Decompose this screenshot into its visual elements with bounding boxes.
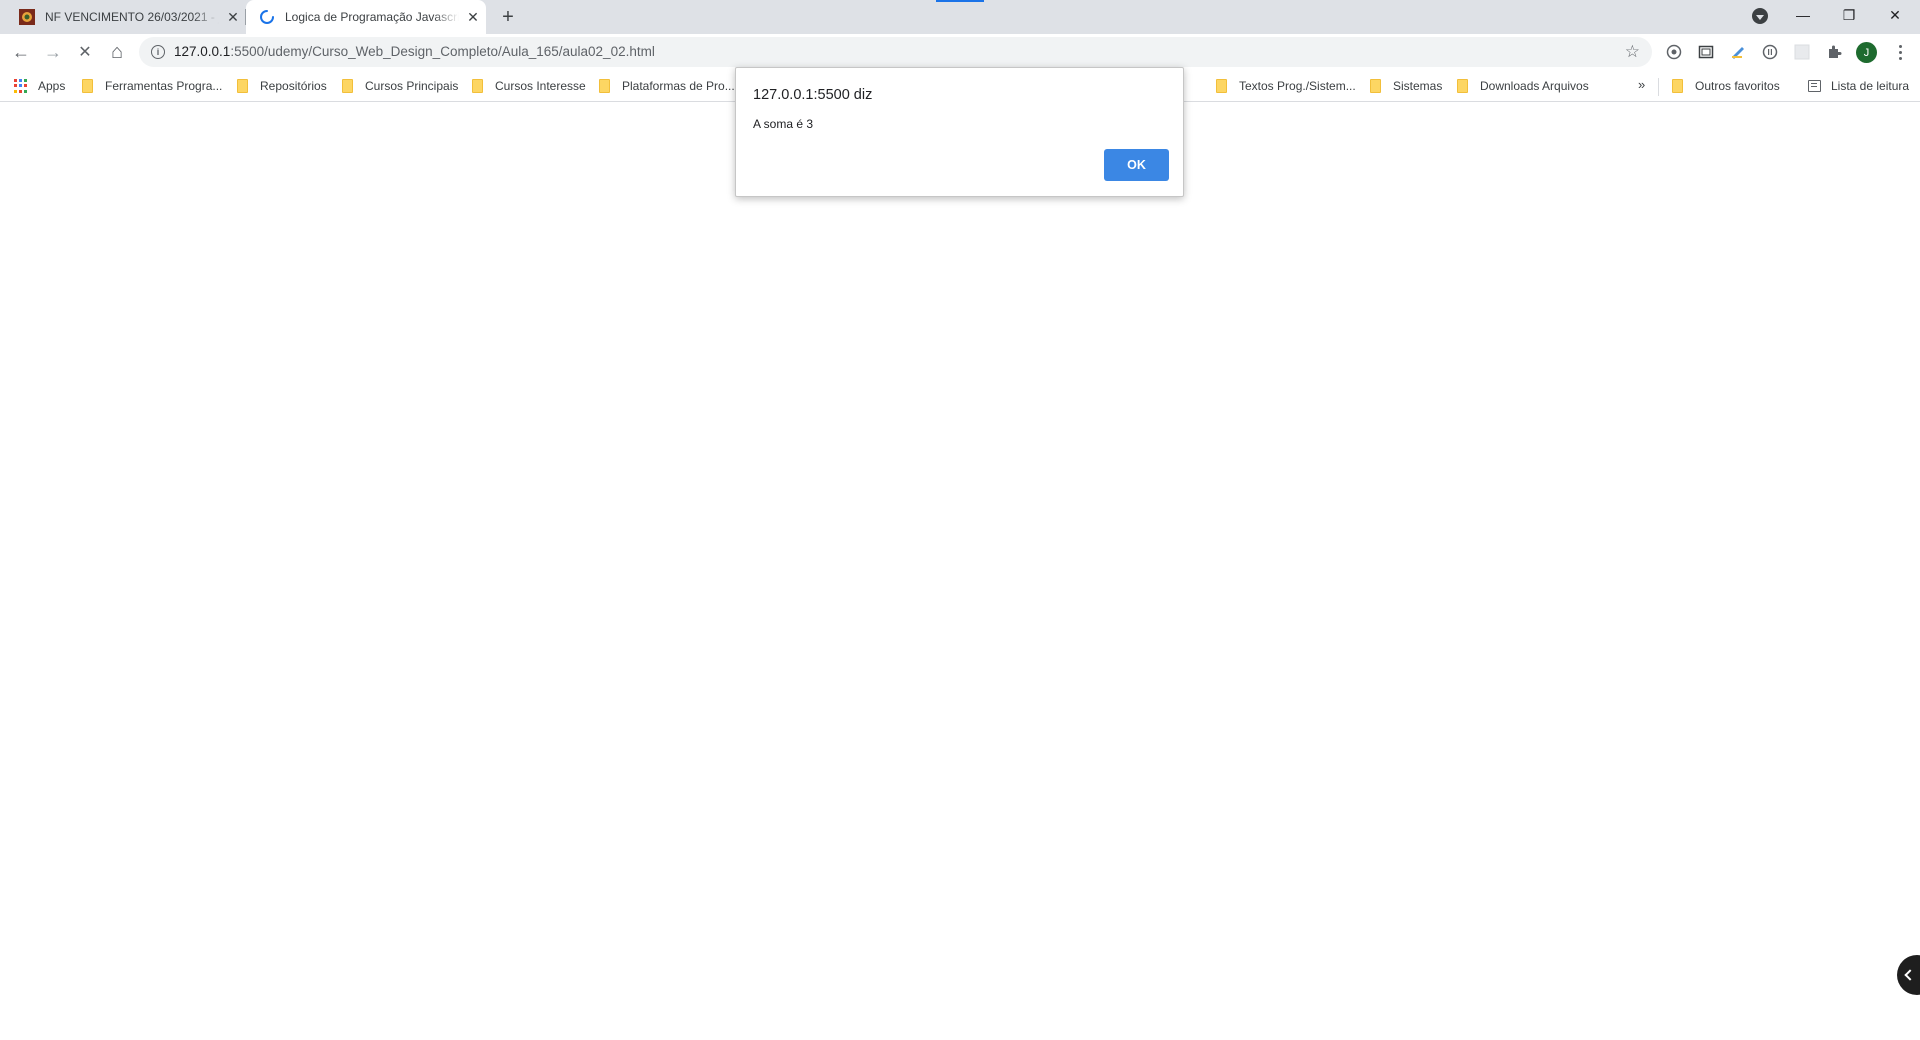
url-path: :5500/udemy/Curso_Web_Design_Completo/Au… xyxy=(230,44,655,59)
bookmark-label: Repositórios xyxy=(260,79,327,93)
stop-loading-button[interactable]: ✕ xyxy=(71,38,99,66)
bookmark-label: Lista de leitura xyxy=(1831,79,1910,93)
restore-button[interactable]: ❐ xyxy=(1826,0,1872,30)
top-accent-bar xyxy=(936,0,984,2)
close-window-button[interactable]: ✕ xyxy=(1872,0,1918,30)
close-tab-icon[interactable]: ✕ xyxy=(225,9,241,25)
bookmark-folder[interactable]: Sistemas xyxy=(1370,77,1442,95)
folder-icon xyxy=(237,79,248,93)
bookmark-folder[interactable]: Cursos Principais xyxy=(342,77,458,95)
reading-list-icon xyxy=(1808,80,1821,92)
folder-icon xyxy=(82,79,93,93)
bookmarks-overflow-chevron-icon[interactable]: » xyxy=(1638,77,1645,92)
minimize-button[interactable]: — xyxy=(1780,0,1826,30)
tab-logica-programacao[interactable]: Logica de Programação Javascript ✕ xyxy=(246,0,486,34)
url-text[interactable]: 127.0.0.1:5500/udemy/Curso_Web_Design_Co… xyxy=(174,44,655,59)
site-info-icon[interactable]: i xyxy=(151,45,165,59)
blank-extension-icon[interactable] xyxy=(1793,43,1811,61)
bookmark-folder[interactable]: Ferramentas Progra... xyxy=(82,77,222,95)
bookmark-folder[interactable]: Plataformas de Pro... xyxy=(599,77,735,95)
tab-nf-vencimento[interactable]: NF VENCIMENTO 26/03/2021 - jo ✕ xyxy=(0,0,246,34)
reader-icon[interactable] xyxy=(1761,43,1779,61)
bookmark-label: Ferramentas Progra... xyxy=(105,79,223,93)
bookmark-folder[interactable]: Downloads Arquivos xyxy=(1457,77,1589,95)
address-bar[interactable]: i 127.0.0.1:5500/udemy/Curso_Web_Design_… xyxy=(139,37,1652,67)
close-tab-icon[interactable]: ✕ xyxy=(465,9,481,25)
tab-title: NF VENCIMENTO 26/03/2021 - jo xyxy=(45,10,219,24)
folder-icon xyxy=(1457,79,1468,93)
translate-icon[interactable] xyxy=(1665,43,1683,61)
bookmark-label: Textos Prog./Sistem... xyxy=(1239,79,1356,93)
bookmark-other-favorites[interactable]: Outros favoritos xyxy=(1672,77,1780,95)
bookmark-label: Downloads Arquivos xyxy=(1480,79,1589,93)
image-favicon-icon xyxy=(19,9,35,25)
profile-avatar[interactable]: J xyxy=(1856,42,1877,63)
bookmark-label: Cursos Interesse xyxy=(495,79,586,93)
bookmark-folder[interactable]: Textos Prog./Sistem... xyxy=(1216,77,1356,95)
bookmark-label: Plataformas de Pro... xyxy=(622,79,735,93)
tab-search-icon[interactable] xyxy=(1752,8,1768,24)
loading-spinner-icon xyxy=(260,10,274,24)
screenshot-icon[interactable] xyxy=(1697,43,1715,61)
home-button[interactable]: ⌂ xyxy=(103,38,131,66)
bookmark-label: Sistemas xyxy=(1393,79,1443,93)
ok-button[interactable]: OK xyxy=(1104,149,1169,181)
bookmark-star-icon[interactable]: ☆ xyxy=(1625,42,1640,62)
bookmark-label: Apps xyxy=(38,79,66,93)
puzzle-icon[interactable] xyxy=(1825,43,1843,61)
floating-widget-button[interactable] xyxy=(1897,955,1920,995)
dialog-title: 127.0.0.1:5500 diz xyxy=(753,87,873,103)
apps-grid-icon xyxy=(14,79,28,93)
folder-icon xyxy=(342,79,353,93)
back-button[interactable]: ← xyxy=(7,38,35,66)
browser-toolbar: ← → ✕ ⌂ i 127.0.0.1:5500/udemy/Curso_Web… xyxy=(0,34,1920,70)
bookmark-label: Outros favoritos xyxy=(1695,79,1780,93)
bookmarks-separator xyxy=(1658,78,1659,96)
tab-strip: NF VENCIMENTO 26/03/2021 - jo ✕ Logica d… xyxy=(0,0,1920,34)
folder-icon xyxy=(599,79,610,93)
new-tab-button[interactable]: + xyxy=(497,6,519,28)
url-host: 127.0.0.1 xyxy=(174,44,231,59)
bookmark-label: Cursos Principais xyxy=(365,79,459,93)
reading-list-button[interactable]: Lista de leitura xyxy=(1808,77,1909,95)
folder-icon xyxy=(472,79,483,93)
pen-icon[interactable] xyxy=(1729,43,1747,61)
tab-title: Logica de Programação Javascript xyxy=(285,10,459,24)
forward-button[interactable]: → xyxy=(39,38,67,66)
folder-icon xyxy=(1672,79,1683,93)
bookmark-folder[interactable]: Repositórios xyxy=(237,77,327,95)
dialog-message: A soma é 3 xyxy=(753,117,814,131)
more-menu-icon[interactable] xyxy=(1892,42,1908,62)
bookmark-apps[interactable]: Apps xyxy=(14,77,65,95)
folder-icon xyxy=(1216,79,1227,93)
folder-icon xyxy=(1370,79,1381,93)
alert-dialog: 127.0.0.1:5500 diz A soma é 3 OK xyxy=(735,67,1184,197)
bookmark-folder[interactable]: Cursos Interesse xyxy=(472,77,586,95)
